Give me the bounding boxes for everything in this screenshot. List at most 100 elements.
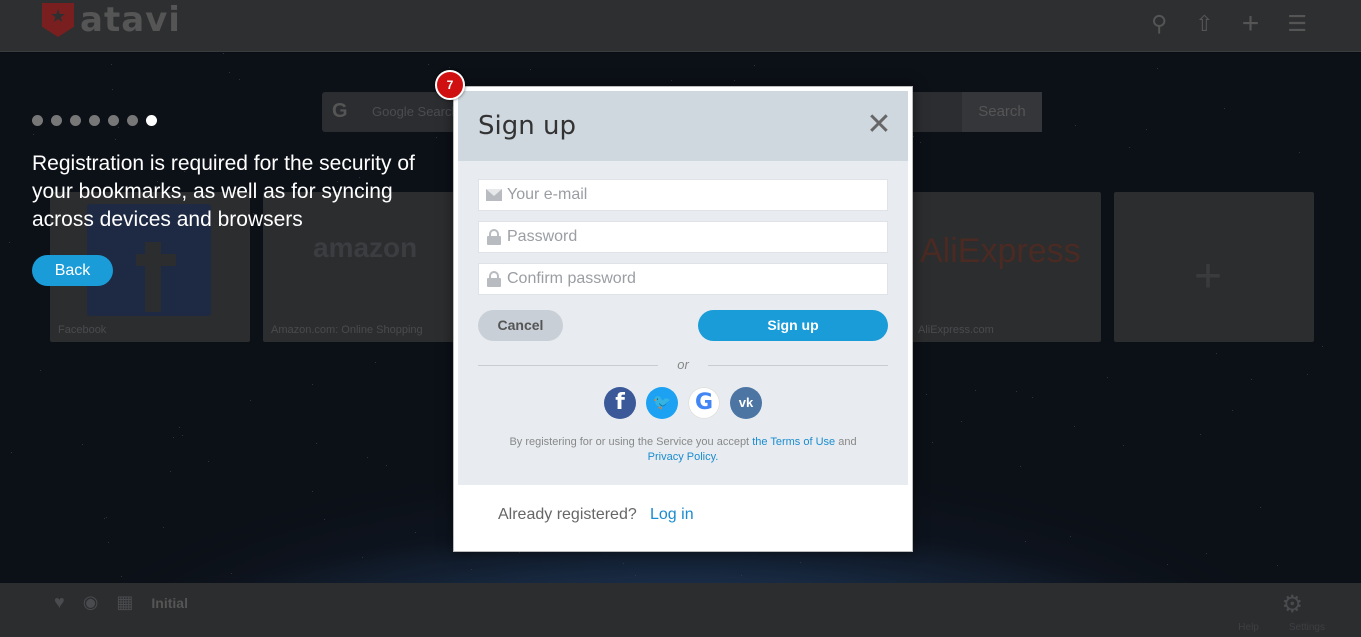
gear-icon[interactable]: ⚙ xyxy=(1281,590,1303,619)
vk-icon[interactable]: vk xyxy=(730,387,762,419)
star-decoration xyxy=(913,136,914,137)
share-icon[interactable]: ⇧ xyxy=(1195,10,1213,38)
search-icon[interactable]: ⚲ xyxy=(1151,10,1167,38)
terms-notice: By registering for or using the Service … xyxy=(478,435,888,465)
heart-icon[interactable]: ♥ xyxy=(54,592,65,613)
group-label[interactable]: Initial xyxy=(151,595,188,611)
password-field[interactable] xyxy=(478,221,888,253)
star-decoration xyxy=(926,394,927,395)
lock-icon xyxy=(487,229,501,245)
star-decoration xyxy=(182,435,183,436)
star-decoration xyxy=(9,242,10,243)
onboarding-step-dots xyxy=(32,115,157,126)
email-input[interactable] xyxy=(507,180,885,210)
terms-and: and xyxy=(838,436,857,448)
star-decoration xyxy=(1020,466,1021,467)
star-decoration xyxy=(1200,434,1201,435)
signup-modal-body: Sign up ✕ Cancel Sign up or f 🐦 G vk xyxy=(458,91,908,547)
star-decoration xyxy=(229,72,230,73)
star-decoration xyxy=(449,67,450,68)
star-decoration xyxy=(163,527,164,528)
step-dot[interactable] xyxy=(70,115,81,126)
star-decoration xyxy=(121,576,122,577)
star-decoration xyxy=(82,444,83,445)
google-icon: G xyxy=(332,100,348,122)
star-decoration xyxy=(170,471,171,472)
star-decoration xyxy=(367,457,368,458)
step-dot[interactable] xyxy=(51,115,62,126)
menu-icon[interactable]: ☰ xyxy=(1287,10,1307,38)
terms-of-use-link[interactable]: the Terms of Use xyxy=(752,436,835,448)
star-decoration xyxy=(800,562,801,563)
star-decoration xyxy=(375,362,376,363)
tile-caption: AliExpress.com xyxy=(918,324,994,336)
star-decoration xyxy=(1299,152,1300,153)
modal-header: Sign up ✕ xyxy=(458,91,908,161)
step-dot[interactable] xyxy=(32,115,43,126)
star-decoration xyxy=(1107,377,1108,378)
star-decoration xyxy=(1074,426,1075,427)
logo[interactable]: atavi xyxy=(42,0,181,40)
star-decoration xyxy=(734,80,735,81)
modal-footer: Already registered? Log in xyxy=(458,485,908,547)
star-decoration xyxy=(324,519,325,520)
star-decoration xyxy=(312,491,313,492)
google-icon[interactable]: G xyxy=(688,387,720,419)
star-decoration xyxy=(1129,147,1130,148)
background-search-button: Search xyxy=(962,92,1042,132)
star-decoration xyxy=(111,64,112,65)
star-decoration xyxy=(179,427,180,428)
confirm-password-input[interactable] xyxy=(507,264,885,294)
star-decoration xyxy=(118,127,119,128)
step-dot[interactable] xyxy=(146,115,157,126)
email-field[interactable] xyxy=(478,179,888,211)
star-decoration xyxy=(316,443,317,444)
star-decoration xyxy=(415,532,416,533)
envelope-icon xyxy=(486,189,502,201)
star-decoration xyxy=(104,518,105,519)
star-decoration xyxy=(231,573,232,574)
star-decoration xyxy=(239,79,240,80)
privacy-policy-link[interactable]: Privacy Policy. xyxy=(648,451,719,463)
grid-icon[interactable]: ▦ xyxy=(116,592,133,613)
star-decoration xyxy=(1322,346,1323,347)
eye-icon[interactable]: ◉ xyxy=(83,592,99,613)
footer-link-help[interactable]: Help xyxy=(1238,622,1259,633)
star-decoration xyxy=(40,370,41,371)
star-decoration xyxy=(1224,108,1225,109)
social-login-buttons: f 🐦 G vk xyxy=(604,387,762,419)
step-dot[interactable] xyxy=(108,115,119,126)
tile-caption: Amazon.com: Online Shopping xyxy=(271,324,423,336)
background-search-placeholder: Google Search xyxy=(372,104,459,119)
star-decoration xyxy=(1206,553,1207,554)
logo-text: atavi xyxy=(80,0,181,40)
onboarding-message: Registration is required for the securit… xyxy=(32,152,415,231)
confirm-password-field[interactable] xyxy=(478,263,888,295)
cancel-button[interactable]: Cancel xyxy=(478,310,563,341)
star-decoration xyxy=(250,400,251,401)
star-decoration xyxy=(436,137,437,138)
twitter-icon[interactable]: 🐦 xyxy=(646,387,678,419)
step-dot[interactable] xyxy=(127,115,138,126)
step-dot[interactable] xyxy=(89,115,100,126)
star-decoration xyxy=(108,542,109,543)
login-link[interactable]: Log in xyxy=(650,506,694,524)
close-button[interactable]: ✕ xyxy=(864,110,894,141)
add-icon[interactable]: + xyxy=(1242,9,1260,39)
footer-link-settings[interactable]: Settings xyxy=(1289,622,1325,633)
signup-modal: Sign up ✕ Cancel Sign up or f 🐦 G vk xyxy=(453,86,913,552)
star-decoration xyxy=(1123,445,1124,446)
star-decoration xyxy=(1216,353,1217,354)
star-decoration xyxy=(33,134,34,135)
facebook-f-stem xyxy=(145,242,161,312)
star-decoration xyxy=(635,575,636,576)
star-decoration xyxy=(386,465,387,466)
back-button[interactable]: Back xyxy=(32,255,113,286)
password-input[interactable] xyxy=(507,222,885,252)
star-decoration xyxy=(115,139,116,140)
signup-button[interactable]: Sign up xyxy=(698,310,888,341)
add-tile-icon: + xyxy=(1194,250,1223,303)
facebook-icon[interactable]: f xyxy=(604,387,636,419)
amazon-logo: amazon xyxy=(313,232,418,263)
top-bar: atavi ⚲ ⇧ + ☰ xyxy=(0,0,1361,52)
